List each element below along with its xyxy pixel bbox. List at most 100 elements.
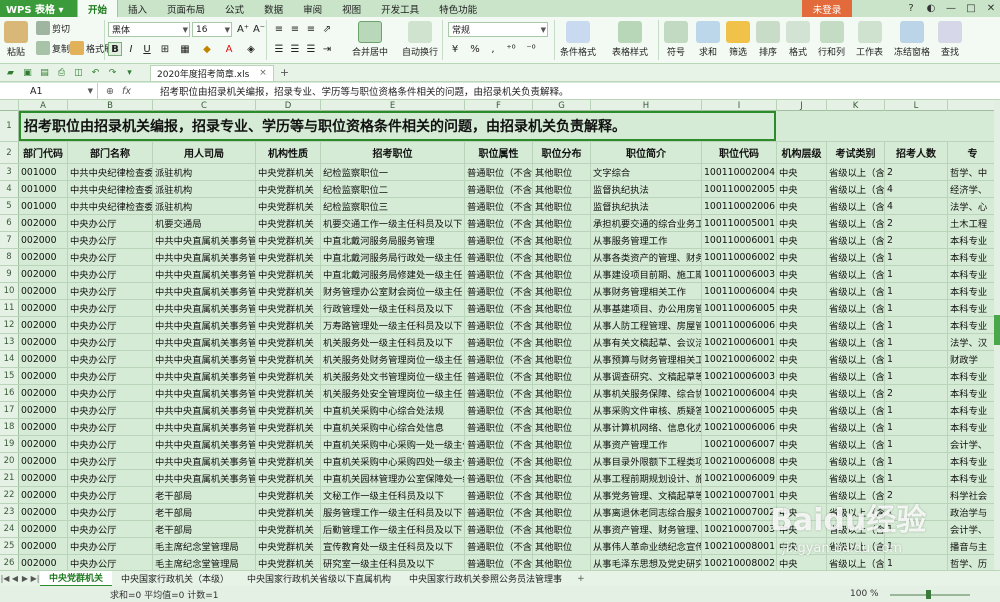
fill-color-icon[interactable]: ◆ <box>200 42 214 56</box>
table-cell[interactable]: 中央党群机关 <box>256 164 321 180</box>
table-cell[interactable]: 中央 <box>777 368 827 384</box>
column-title-cell[interactable]: 招考人数 <box>885 142 948 163</box>
help-icon[interactable]: ? <box>904 2 918 16</box>
row-header[interactable]: 23 <box>0 504 19 520</box>
table-cell[interactable]: 100210008002 <box>702 555 777 570</box>
table-cell[interactable]: 其他职位 <box>533 538 591 554</box>
row-header[interactable]: 18 <box>0 419 19 435</box>
table-cell[interactable]: 002000 <box>19 215 68 231</box>
table-cell[interactable]: 本科专业 <box>948 232 994 248</box>
table-cell[interactable]: 中央 <box>777 164 827 180</box>
table-cell[interactable]: 中共中央直属机关事务管理局 <box>153 368 256 384</box>
table-cell[interactable]: 中央党群机关 <box>256 402 321 418</box>
zoom-level[interactable]: 100 % <box>850 589 879 599</box>
table-cell[interactable]: 省级以上（含 <box>827 300 885 316</box>
zoom-slider-handle[interactable] <box>926 590 931 599</box>
table-cell[interactable]: 中央 <box>777 436 827 452</box>
table-cell[interactable]: 4 <box>885 198 948 214</box>
table-cell[interactable]: 中共中央直属机关事务管理局 <box>153 453 256 469</box>
table-cell[interactable]: 其他职位 <box>533 504 591 520</box>
table-cell[interactable]: 派驻机构 <box>153 164 256 180</box>
pdf-icon[interactable]: ▤ <box>38 66 51 79</box>
table-cell[interactable]: 002000 <box>19 453 68 469</box>
last-sheet-icon[interactable]: ▶| <box>30 574 40 583</box>
table-cell[interactable]: 中央党群机关 <box>256 453 321 469</box>
table-cell[interactable]: 100110002004 <box>702 164 777 180</box>
table-cell[interactable]: 中央党群机关 <box>256 470 321 486</box>
column-title-cell[interactable]: 招考职位 <box>321 142 465 163</box>
table-cell[interactable]: 100210006007 <box>702 436 777 452</box>
italic-button[interactable]: I <box>124 42 138 56</box>
sheet-button[interactable]: 工作表 <box>856 21 883 58</box>
table-cell[interactable]: 100210006008 <box>702 453 777 469</box>
select-all-corner[interactable] <box>0 100 19 111</box>
table-cell[interactable]: 从事调查研究、文稿起草等 <box>591 368 702 384</box>
table-style-button[interactable]: 表格样式 <box>612 21 648 58</box>
table-cell[interactable]: 派驻机构 <box>153 181 256 197</box>
table-cell[interactable]: 中央党群机关 <box>256 334 321 350</box>
table-cell[interactable]: 中央 <box>777 181 827 197</box>
row-header[interactable]: 7 <box>0 232 19 248</box>
table-cell[interactable]: 中共中央纪律检查委员会 <box>68 164 153 180</box>
table-cell[interactable]: 002000 <box>19 436 68 452</box>
sheet-tab-1[interactable]: 中央党群机关 <box>40 570 113 587</box>
table-cell[interactable]: 1 <box>885 283 948 299</box>
table-cell[interactable]: 省级以上（含 <box>827 538 885 554</box>
row-header[interactable]: 24 <box>0 521 19 537</box>
column-header-a[interactable]: A <box>19 100 68 111</box>
app-logo-menu[interactable]: WPS 表格 ▾ <box>0 0 77 17</box>
table-cell[interactable]: 省级以上（含 <box>827 164 885 180</box>
table-cell[interactable]: 中直机关采购中心综合处信息 <box>321 419 465 435</box>
table-cell[interactable]: 中央党群机关 <box>256 419 321 435</box>
row-header[interactable]: 11 <box>0 300 19 316</box>
table-cell[interactable]: 002000 <box>19 419 68 435</box>
freeze-panes-button[interactable]: 冻结窗格 <box>894 21 930 58</box>
table-cell[interactable]: 中央办公厅 <box>68 215 153 231</box>
table-cell[interactable]: 中央党群机关 <box>256 215 321 231</box>
font-size-select[interactable]: 16 ▼ <box>192 22 232 37</box>
table-cell[interactable]: 哲学、中 <box>948 164 994 180</box>
table-cell[interactable]: 从事服务管理工作 <box>591 232 702 248</box>
table-cell[interactable]: 002000 <box>19 249 68 265</box>
table-cell[interactable]: 从事目录外限额下工程类项 <box>591 453 702 469</box>
table-cell[interactable]: 本科专业 <box>948 470 994 486</box>
table-cell[interactable]: 中央 <box>777 470 827 486</box>
table-cell[interactable]: 普通职位（不含 <box>465 266 533 282</box>
table-cell[interactable]: 1 <box>885 317 948 333</box>
shrink-font-icon[interactable]: A⁻ <box>252 22 266 36</box>
table-cell[interactable]: 普通职位（不含 <box>465 164 533 180</box>
grow-font-icon[interactable]: A⁺ <box>236 22 250 36</box>
table-cell[interactable]: 省级以上（含 <box>827 487 885 503</box>
table-cell[interactable]: 002000 <box>19 283 68 299</box>
table-cell[interactable]: 研究室一级主任科员及以下 <box>321 555 465 570</box>
table-cell[interactable]: 中央党群机关 <box>256 368 321 384</box>
table-cell[interactable]: 002000 <box>19 351 68 367</box>
table-cell[interactable]: 普通职位（不含 <box>465 232 533 248</box>
table-cell[interactable]: 普通职位（不含 <box>465 351 533 367</box>
row-header[interactable]: 8 <box>0 249 19 265</box>
align-middle-icon[interactable]: ≡ <box>288 22 302 36</box>
table-cell[interactable]: 中共中央直属机关事务管理局 <box>153 249 256 265</box>
table-cell[interactable]: 中共中央直属机关事务管理局 <box>153 232 256 248</box>
table-cell[interactable]: 派驻机构 <box>153 198 256 214</box>
table-cell[interactable]: 中央党群机关 <box>256 504 321 520</box>
table-cell[interactable]: 2 <box>885 385 948 401</box>
table-cell[interactable]: 省级以上（含 <box>827 385 885 401</box>
percent-icon[interactable]: % <box>468 42 482 56</box>
table-cell[interactable]: 中共中央直属机关事务管理局 <box>153 266 256 282</box>
table-cell[interactable]: 中央党群机关 <box>256 317 321 333</box>
table-cell[interactable]: 1 <box>885 402 948 418</box>
table-cell[interactable]: 中央办公厅 <box>68 300 153 316</box>
column-header-g[interactable]: G <box>533 100 591 111</box>
tab-page-layout[interactable]: 页面布局 <box>157 0 215 17</box>
merge-center-button[interactable]: 合并居中 <box>352 21 388 58</box>
table-cell[interactable]: 本科专业 <box>948 283 994 299</box>
name-box[interactable]: A1 ▼ <box>0 82 98 100</box>
sum-button[interactable]: 求和 <box>696 21 720 58</box>
table-cell[interactable]: 其他职位 <box>533 215 591 231</box>
filter-button[interactable]: 筛选 <box>726 21 750 58</box>
table-cell[interactable]: 其他职位 <box>533 317 591 333</box>
table-cell[interactable]: 机关服务处财务管理岗位一级主任 <box>321 351 465 367</box>
table-cell[interactable]: 100110006004 <box>702 283 777 299</box>
table-cell[interactable]: 中央 <box>777 419 827 435</box>
